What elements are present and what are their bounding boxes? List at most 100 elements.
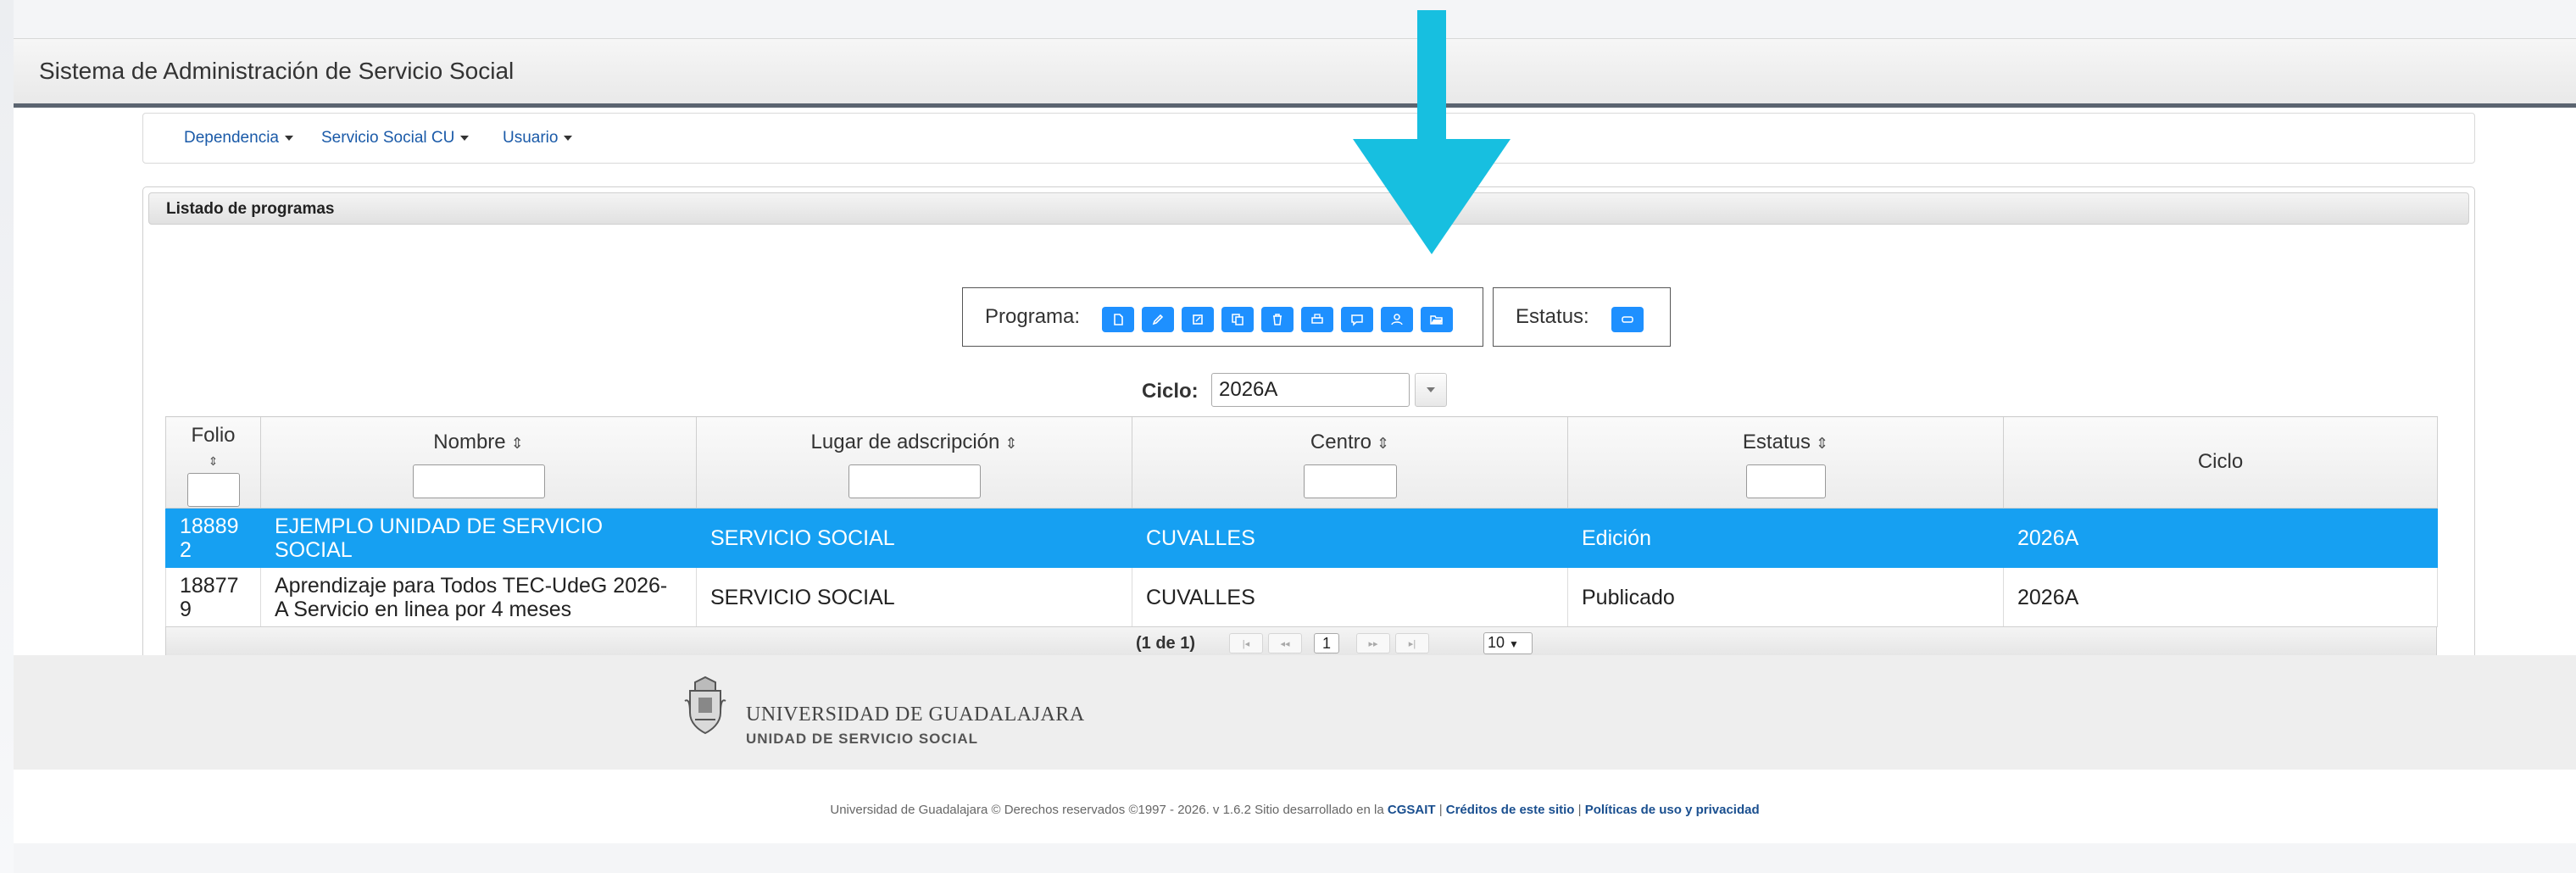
column-header-lugar: Lugar de adscripción ⇕: [696, 416, 1132, 509]
edit-box-button[interactable]: [1182, 307, 1214, 332]
ciclo-select[interactable]: 2026A: [1211, 373, 1410, 407]
status-icon: [1622, 316, 1633, 323]
cell-nombre: EJEMPLO UNIDAD DE SERVICIO SOCIAL: [260, 508, 697, 568]
folder-open-icon: [1430, 315, 1443, 325]
udg-logo: [684, 676, 726, 735]
estatus-filter-input[interactable]: [1745, 464, 1826, 498]
copy-button[interactable]: [1221, 307, 1254, 332]
last-page-button[interactable]: ▸|: [1395, 633, 1429, 653]
app-header: Sistema de Administración de Servicio So…: [14, 38, 2576, 108]
copyright-text: Universidad de Guadalajara © Derechos re…: [830, 803, 1388, 817]
first-page-button[interactable]: |◂: [1229, 633, 1263, 653]
folio-filter-input[interactable]: [186, 473, 240, 507]
user-button[interactable]: [1381, 307, 1413, 332]
new-document-button[interactable]: [1102, 307, 1134, 332]
sort-icon[interactable]: ⇕: [209, 454, 219, 468]
cell-estatus: Publicado: [1567, 567, 2004, 627]
nav-item-servicio-social-cu[interactable]: Servicio Social CU: [321, 129, 470, 147]
creditos-link[interactable]: Créditos de este sitio: [1446, 803, 1575, 817]
sort-icon[interactable]: ⇕: [1377, 435, 1389, 452]
column-label: Centro: [1310, 431, 1371, 453]
nav-item-usuario[interactable]: Usuario: [503, 129, 573, 147]
folio-line: 2: [180, 537, 192, 562]
cell-nombre: Aprendizaje para Todos TEC-UdeG 2026- A S…: [260, 567, 697, 627]
page-background: [0, 0, 14, 873]
caret-down-icon: [564, 135, 573, 141]
app-window: Sistema de Administración de Servicio So…: [14, 38, 2576, 843]
cell-folio: 18889 2: [165, 508, 261, 568]
caret-down-icon: [1427, 387, 1435, 392]
nav-item-dependencia[interactable]: Dependencia: [184, 129, 293, 147]
top-navbar: Dependencia Servicio Social CU Usuario: [142, 113, 2475, 164]
programa-toolbar: Programa:: [962, 287, 1483, 347]
print-button[interactable]: [1301, 307, 1333, 332]
comment-icon: [1351, 314, 1363, 326]
delete-icon: [1273, 314, 1282, 325]
page-size-select[interactable]: 10 ▼: [1483, 632, 1533, 654]
estatus-toolbar: Estatus:: [1493, 287, 1671, 347]
org-subtitle: UNIDAD DE SERVICIO SOCIAL: [746, 731, 979, 747]
cell-centro: CUVALLES: [1132, 567, 1568, 627]
footer-separator: |: [1574, 803, 1585, 817]
caret-down-icon: [284, 135, 293, 141]
footer-band: [14, 655, 2576, 770]
programa-label: Programa:: [985, 305, 1081, 328]
ciclo-dropdown-button[interactable]: [1415, 373, 1447, 407]
programs-panel: Listado de programas Programa: Estatus: …: [142, 186, 2475, 676]
estatus-label: Estatus:: [1516, 305, 1589, 328]
cell-estatus: Edición: [1567, 508, 2004, 568]
programs-table: Folio ⇕ Nombre ⇕ Lugar de adscripción ⇕ Ce…: [165, 416, 2438, 627]
lugar-filter-input[interactable]: [848, 464, 981, 498]
nombre-line: SOCIAL: [275, 537, 353, 562]
comment-button[interactable]: [1341, 307, 1373, 332]
nav-item-label: Usuario: [503, 129, 559, 147]
next-page-button[interactable]: ▸▸: [1356, 633, 1390, 653]
nav-item-label: Dependencia: [184, 129, 279, 147]
panel-header: Listado de programas: [148, 192, 2469, 225]
nav-item-label: Servicio Social CU: [321, 129, 455, 147]
delete-button[interactable]: [1261, 307, 1294, 332]
edit-button[interactable]: [1142, 307, 1174, 332]
pager-summary: (1 de 1): [1136, 634, 1196, 653]
app-title: Sistema de Administración de Servicio So…: [39, 58, 515, 84]
cgsait-link[interactable]: CGSAIT: [1388, 803, 1436, 817]
edit-icon: [1152, 314, 1164, 325]
column-label: Lugar de adscripción: [810, 431, 1000, 453]
cell-lugar: SERVICIO SOCIAL: [696, 508, 1132, 568]
org-name: UNIVERSIDAD DE GUADALAJARA: [746, 703, 1085, 726]
nombre-line: Aprendizaje para Todos TEC-UdeG 2026-: [275, 573, 668, 598]
nombre-filter-input[interactable]: [412, 464, 545, 498]
current-page-button[interactable]: 1: [1314, 633, 1339, 653]
column-label: Ciclo: [2197, 450, 2244, 473]
page-size-value: 10: [1488, 634, 1505, 651]
table-row[interactable]: 18877 9 Aprendizaje para Todos TEC-UdeG 2…: [165, 567, 2438, 627]
footer-separator: |: [1435, 803, 1446, 817]
folder-open-button[interactable]: [1421, 307, 1453, 332]
nombre-line: A Servicio en linea por 4 meses: [275, 597, 572, 621]
edit-box-icon: [1193, 314, 1203, 325]
sort-icon[interactable]: ⇕: [1816, 435, 1828, 452]
table-header-row: Folio ⇕ Nombre ⇕ Lugar de adscripción ⇕ Ce…: [165, 416, 2438, 509]
status-button[interactable]: [1611, 307, 1644, 332]
sort-icon[interactable]: ⇕: [511, 435, 524, 452]
ciclo-label: Ciclo:: [1142, 380, 1199, 403]
print-icon: [1311, 314, 1323, 324]
caret-down-icon: [460, 135, 470, 141]
footer-copyright: Universidad de Guadalajara © Derechos re…: [14, 803, 2576, 817]
centro-filter-input[interactable]: [1303, 464, 1397, 498]
copy-icon: [1232, 314, 1243, 325]
panel-title: Listado de programas: [166, 200, 335, 218]
annotation-arrow-icon: [1353, 10, 1511, 254]
cell-ciclo: 2026A: [2003, 567, 2438, 627]
column-header-ciclo: Ciclo: [2003, 416, 2438, 509]
prev-page-button[interactable]: ◂◂: [1268, 633, 1302, 653]
folio-line: 18877: [180, 573, 239, 598]
column-label: Estatus: [1742, 431, 1811, 453]
column-header-centro: Centro ⇕: [1132, 416, 1568, 509]
table-row[interactable]: 18889 2 EJEMPLO UNIDAD DE SERVICIO SOCIAL …: [165, 508, 2438, 568]
cell-folio: 18877 9: [165, 567, 261, 627]
sort-icon[interactable]: ⇕: [1004, 435, 1017, 452]
politicas-link[interactable]: Políticas de uso y privacidad: [1585, 803, 1760, 817]
column-label: Nombre: [433, 431, 506, 453]
user-icon: [1391, 314, 1403, 325]
